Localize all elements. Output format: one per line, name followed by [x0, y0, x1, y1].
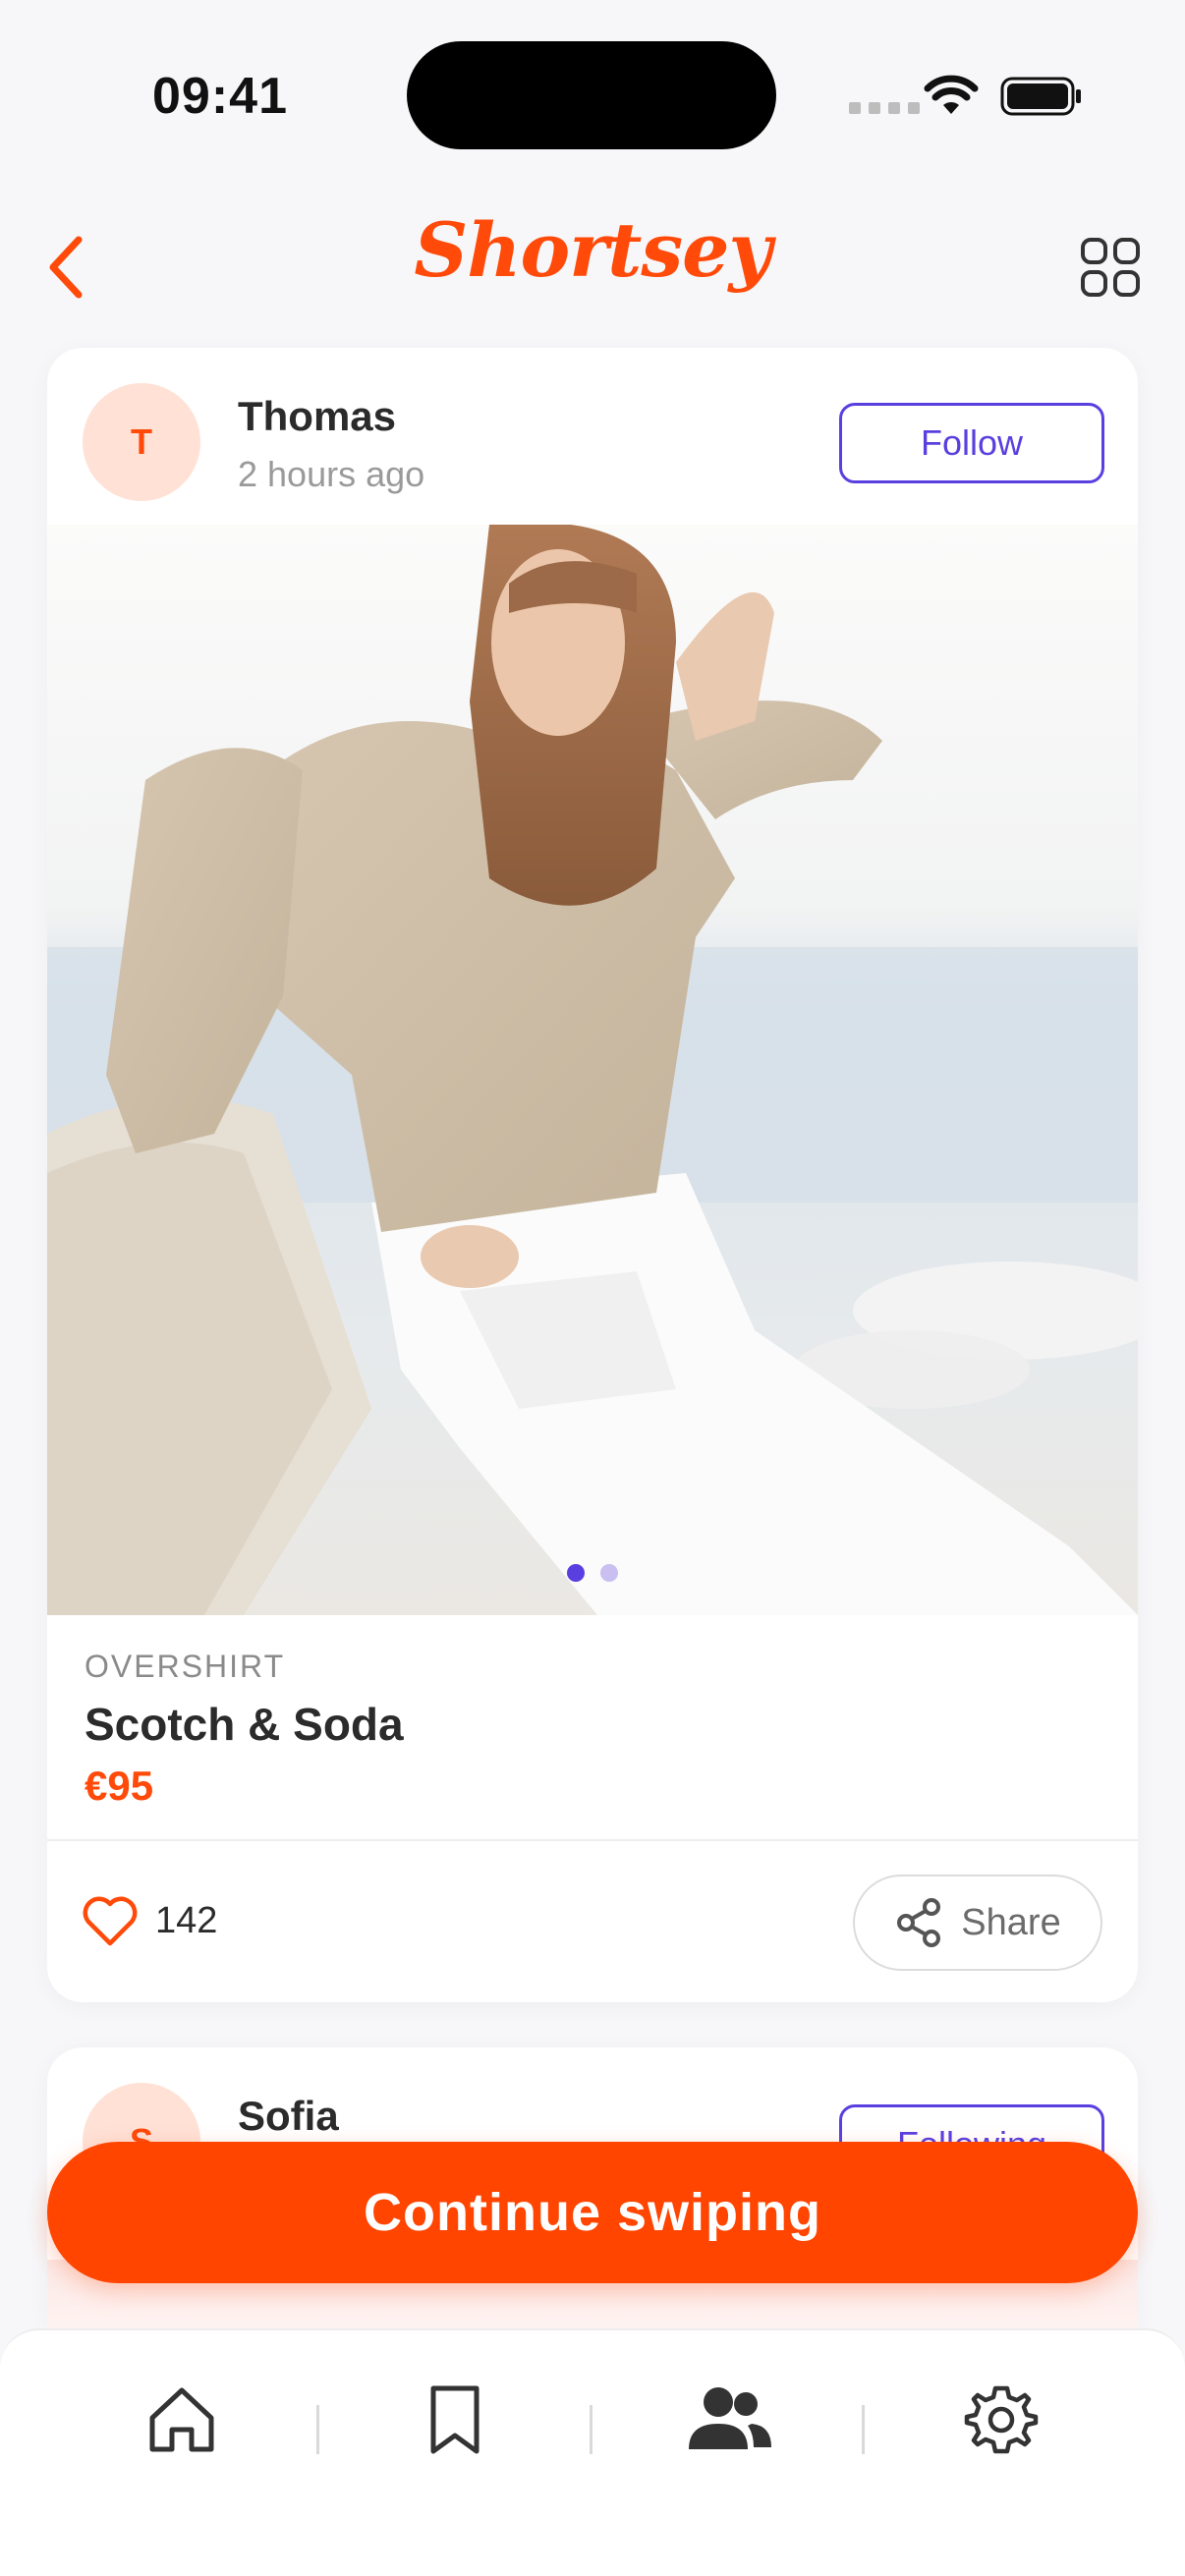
avatar[interactable]: T	[83, 383, 200, 501]
people-icon	[689, 2387, 771, 2449]
page-dot[interactable]	[600, 1564, 618, 1582]
product-info[interactable]: OVERSHIRT Scotch & Soda €95	[47, 1615, 1138, 1841]
image-pagination	[47, 1564, 1138, 1582]
tab-bar	[0, 2328, 1185, 2576]
user-name[interactable]: Sofia	[238, 2093, 339, 2140]
post-time: 2 hours ago	[238, 454, 425, 494]
share-icon	[897, 1898, 941, 1947]
tab-divider	[590, 2405, 592, 2454]
settings-icon	[964, 2385, 1039, 2454]
status-time: 09:41	[152, 68, 288, 125]
follow-button[interactable]: Follow	[839, 403, 1104, 483]
signal-icon	[849, 102, 920, 114]
brand-logo: Shortsey	[414, 206, 771, 294]
share-label: Share	[961, 1901, 1061, 1943]
likes-count: 142	[155, 1900, 218, 1941]
status-bar: 09:41	[0, 0, 1185, 187]
grid-menu-icon[interactable]	[1079, 236, 1142, 299]
product-image[interactable]	[47, 525, 1138, 1615]
product-category: OVERSHIRT	[85, 1649, 286, 1684]
tab-community[interactable]	[674, 2366, 782, 2474]
battery-icon	[1000, 77, 1081, 116]
heart-icon[interactable]	[81, 1892, 140, 1951]
post-actions: 142 Share	[47, 1841, 1138, 2002]
share-button[interactable]: Share	[853, 1875, 1102, 1971]
post-header: T Thomas 2 hours ago Follow	[47, 348, 1138, 525]
product-brand: Scotch & Soda	[85, 1699, 404, 1750]
post-card: T Thomas 2 hours ago Follow OVERSHIRT Sc…	[47, 348, 1138, 2002]
wifi-icon	[924, 75, 979, 114]
tab-saved[interactable]	[401, 2366, 509, 2474]
continue-swiping-button[interactable]: Continue swiping	[47, 2142, 1138, 2283]
dynamic-island	[407, 41, 776, 149]
page-dot-active[interactable]	[567, 1564, 585, 1582]
app-header: Shortsey	[0, 187, 1185, 334]
tab-divider	[316, 2405, 319, 2454]
bookmark-icon	[430, 2385, 480, 2454]
user-name[interactable]: Thomas	[238, 393, 396, 440]
product-photo	[47, 525, 1138, 1615]
tab-settings[interactable]	[947, 2366, 1055, 2474]
home-icon	[149, 2387, 214, 2452]
product-price: €95	[85, 1763, 154, 1809]
tab-home[interactable]	[128, 2366, 236, 2474]
tab-divider	[862, 2405, 865, 2454]
